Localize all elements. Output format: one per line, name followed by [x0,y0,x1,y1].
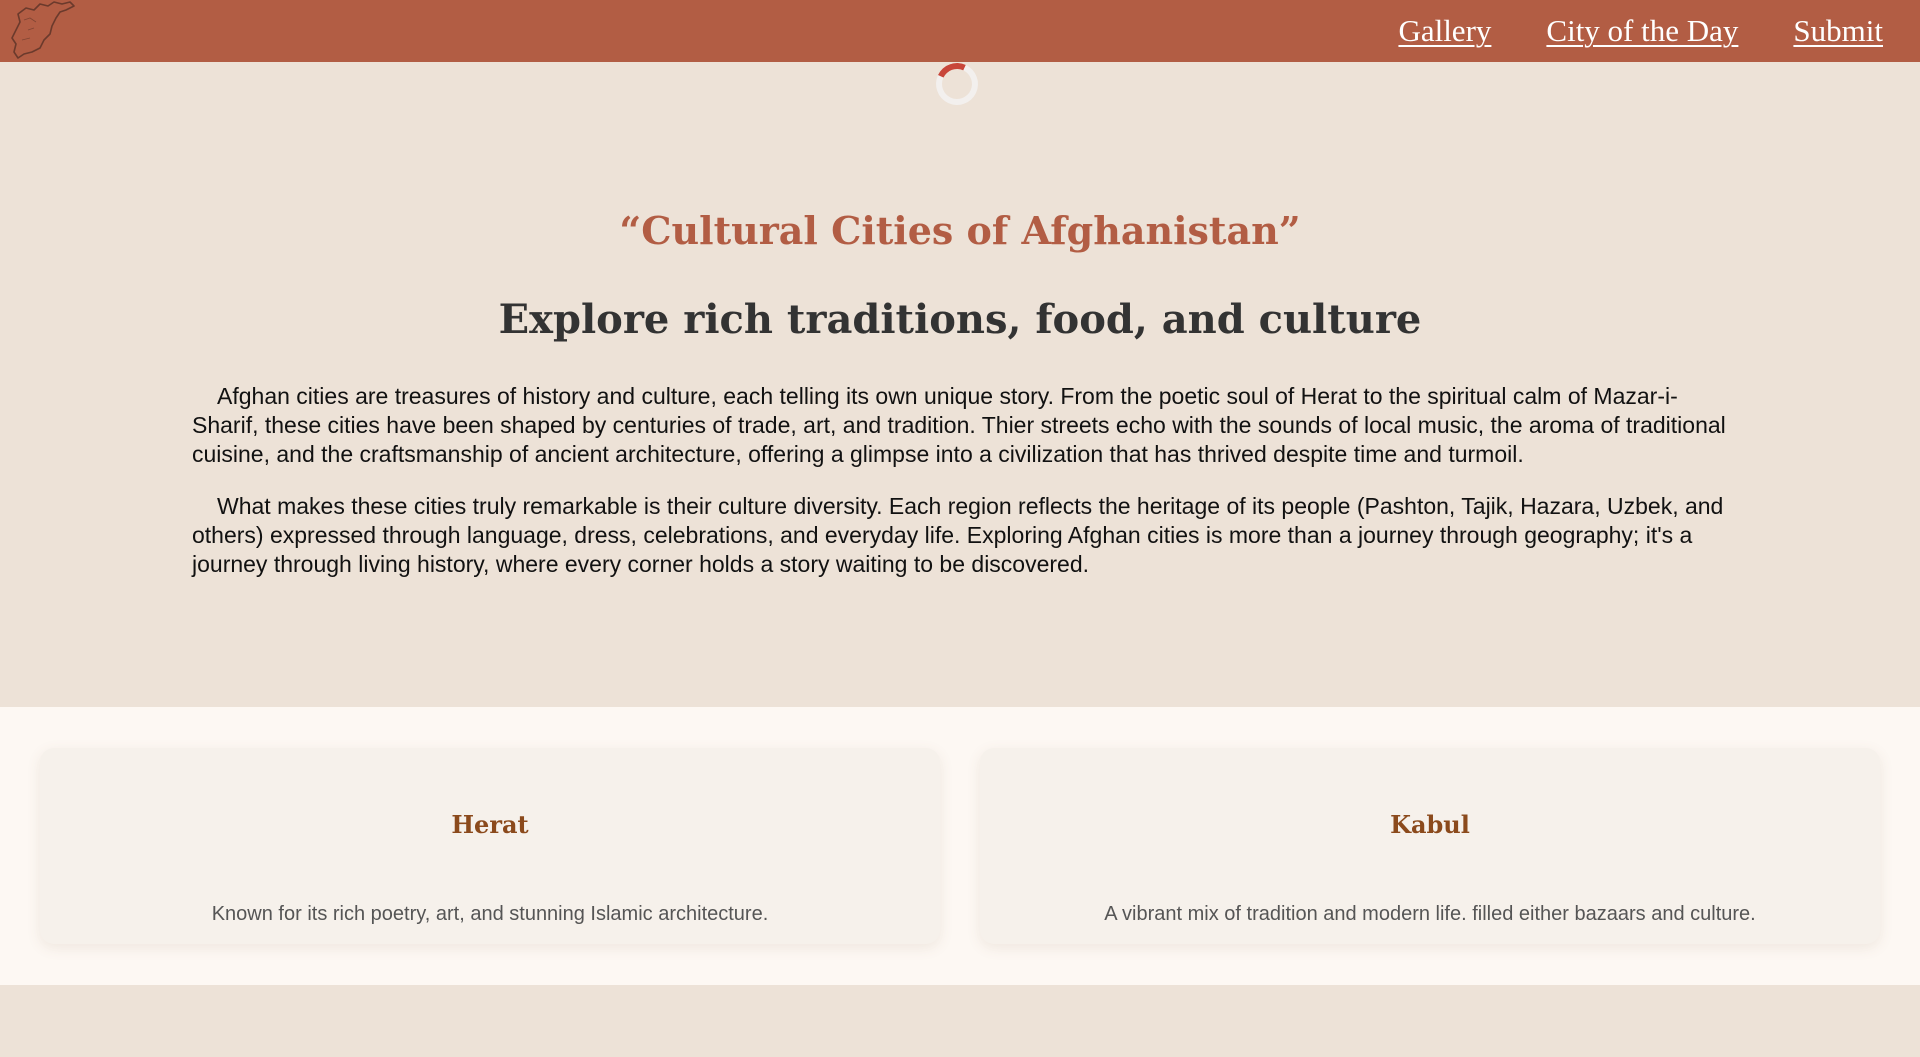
city-card-herat[interactable]: Herat Known for its rich poetry, art, an… [40,748,940,944]
city-card-kabul[interactable]: Kabul A vibrant mix of tradition and mod… [980,748,1880,944]
top-navigation-bar: Gallery City of the Day Submit [0,0,1920,62]
city-card-description: A vibrant mix of tradition and modern li… [1104,903,1756,925]
nav-link-submit[interactable]: Submit [1793,11,1883,51]
page-title: “Cultural Cities of Afghanistan” [619,208,1301,253]
nav-link-city-of-the-day[interactable]: City of the Day [1546,11,1738,51]
city-cards-section: Herat Known for its rich poetry, art, an… [0,707,1920,985]
city-card-title: Kabul [1390,810,1470,839]
hero-section: “Cultural Cities of Afghanistan” Explore… [0,62,1920,707]
afghanistan-map-logo-icon[interactable] [10,0,76,64]
city-card-title: Herat [451,810,529,839]
page-subtitle: Explore rich traditions, food, and cultu… [498,296,1422,343]
intro-paragraph-1: Afghan cities are treasures of history a… [192,383,1726,467]
intro-text: Afghan cities are treasures of history a… [192,382,1732,602]
main-nav: Gallery City of the Day Submit [1398,11,1883,51]
intro-paragraph-2: What makes these cities truly remarkable… [192,493,1724,577]
nav-link-gallery[interactable]: Gallery [1398,11,1491,51]
city-card-description: Known for its rich poetry, art, and stun… [211,903,769,925]
